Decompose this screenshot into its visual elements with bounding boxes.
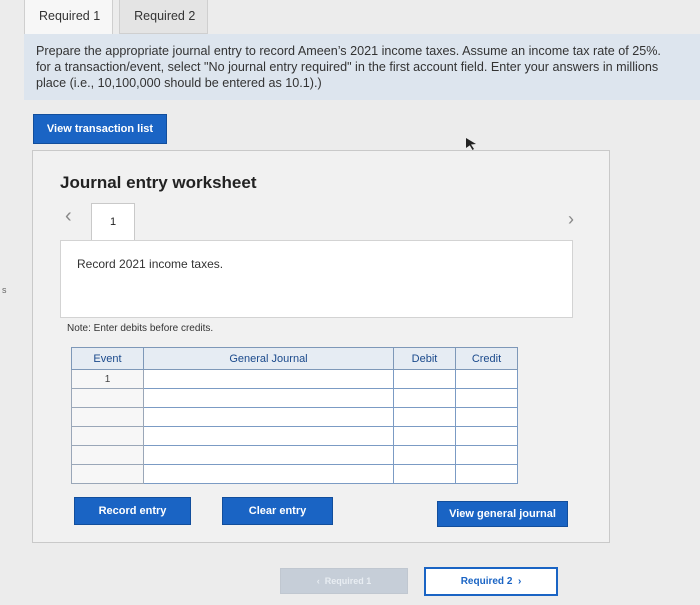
worksheet-title: Journal entry worksheet xyxy=(60,173,257,192)
debit-input[interactable] xyxy=(393,388,456,408)
tab-required-1[interactable]: Required 1 xyxy=(24,0,114,34)
table-row xyxy=(71,388,518,408)
entry-number-tab[interactable]: 1 xyxy=(91,203,135,241)
view-transaction-list-button[interactable]: View transaction list xyxy=(33,114,167,144)
chevron-left-icon: ‹ xyxy=(316,576,325,586)
account-input[interactable] xyxy=(143,388,394,408)
clear-entry-button[interactable]: Clear entry xyxy=(222,497,333,525)
debit-input[interactable] xyxy=(393,445,456,465)
journal-table: Event General Journal Debit Credit 1 xyxy=(71,347,518,484)
next-required-button[interactable]: Required 2 › xyxy=(424,567,558,596)
table-row xyxy=(71,464,518,484)
event-cell xyxy=(71,407,144,427)
edge-fragment-text: s xyxy=(2,285,7,295)
prev-required-label: Required 1 xyxy=(324,576,372,586)
debit-input[interactable] xyxy=(393,464,456,484)
table-row: 1 xyxy=(71,369,518,389)
record-entry-button[interactable]: Record entry xyxy=(74,497,191,525)
tab-bar: Required 1 Required 2 xyxy=(24,0,209,34)
account-input[interactable] xyxy=(143,369,394,389)
instructions-text: Prepare the appropriate journal entry to… xyxy=(24,34,700,100)
page: Required 1 Required 2 Prepare the approp… xyxy=(0,0,700,605)
general-journal-header: General Journal xyxy=(143,347,394,370)
event-cell xyxy=(71,426,144,446)
mouse-cursor-icon xyxy=(466,138,476,150)
tab-required-2[interactable]: Required 2 xyxy=(119,0,209,34)
debit-header: Debit xyxy=(393,347,456,370)
debit-input[interactable] xyxy=(393,369,456,389)
journal-entry-worksheet: Journal entry worksheet ‹ › 1 Record 202… xyxy=(32,150,610,543)
account-input[interactable] xyxy=(143,407,394,427)
prev-required-button[interactable]: ‹ Required 1 xyxy=(280,568,408,594)
chevron-right-icon[interactable]: › xyxy=(568,209,574,230)
view-general-journal-button[interactable]: View general journal xyxy=(437,501,568,527)
debit-input[interactable] xyxy=(393,426,456,446)
table-row xyxy=(71,426,518,446)
chevron-left-icon[interactable]: ‹ xyxy=(65,205,72,228)
event-header: Event xyxy=(71,347,144,370)
credit-header: Credit xyxy=(455,347,518,370)
event-cell: 1 xyxy=(71,369,144,389)
event-cell xyxy=(71,388,144,408)
credit-input[interactable] xyxy=(455,426,518,446)
table-row xyxy=(71,445,518,465)
credit-input[interactable] xyxy=(455,464,518,484)
account-input[interactable] xyxy=(143,464,394,484)
credit-input[interactable] xyxy=(455,388,518,408)
credit-input[interactable] xyxy=(455,445,518,465)
credit-input[interactable] xyxy=(455,369,518,389)
entry-description: Record 2021 income taxes. xyxy=(60,240,573,318)
account-input[interactable] xyxy=(143,445,394,465)
debit-credit-note: Note: Enter debits before credits. xyxy=(67,323,214,334)
event-cell xyxy=(71,464,144,484)
debit-input[interactable] xyxy=(393,407,456,427)
account-input[interactable] xyxy=(143,426,394,446)
event-cell xyxy=(71,445,144,465)
chevron-right-icon: › xyxy=(512,576,522,587)
next-required-label: Required 2 xyxy=(460,576,513,587)
table-row xyxy=(71,407,518,427)
credit-input[interactable] xyxy=(455,407,518,427)
